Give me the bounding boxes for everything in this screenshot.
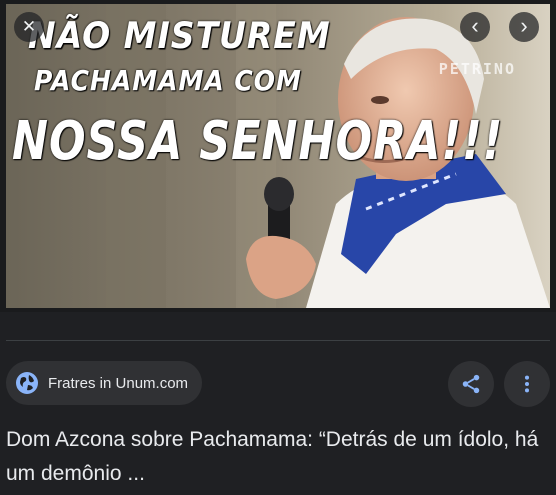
preview-photo[interactable]: NÃO MISTUREM PACHAMAMA COM NOSSA SENHORA… xyxy=(6,4,550,308)
share-button[interactable] xyxy=(448,361,494,407)
chevron-left-icon: ‹ xyxy=(471,13,479,38)
more-vert-icon xyxy=(524,375,530,393)
overlay-caption-line3: NOSSA SENHORA!!! xyxy=(12,110,504,173)
close-button[interactable]: ✕ xyxy=(14,12,44,42)
globe-icon xyxy=(14,370,40,396)
divider xyxy=(6,340,550,341)
result-title[interactable]: Dom Azcona sobre Pachamama: “Detrás de u… xyxy=(6,423,550,491)
source-name: Fratres in Unum.com xyxy=(48,374,189,392)
share-icon xyxy=(462,374,480,394)
source-link[interactable]: Fratres in Unum.com xyxy=(6,361,203,405)
chevron-right-icon: › xyxy=(520,13,528,38)
image-preview[interactable]: NÃO MISTUREM PACHAMAMA COM NOSSA SENHORA… xyxy=(0,0,556,312)
close-icon: ✕ xyxy=(21,17,37,36)
next-button[interactable]: › xyxy=(509,12,539,42)
watermark: PETRINO xyxy=(438,60,516,78)
previous-button[interactable]: ‹ xyxy=(460,12,490,42)
more-options-button[interactable] xyxy=(504,361,550,407)
